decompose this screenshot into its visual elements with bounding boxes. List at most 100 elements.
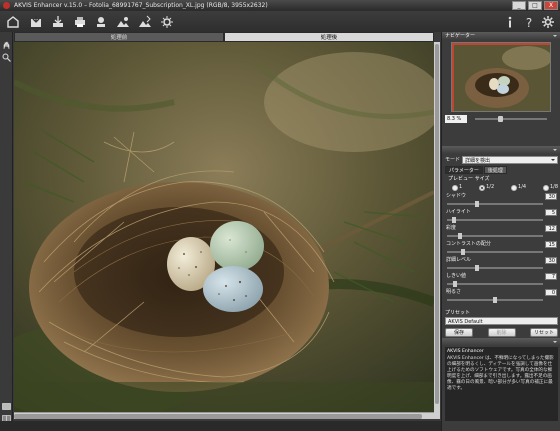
parameter-slider[interactable] bbox=[447, 217, 543, 223]
slider-handle[interactable] bbox=[458, 233, 463, 239]
parameter-row: シャドウ 30 bbox=[445, 193, 558, 209]
parameter-label: ハイライト bbox=[446, 209, 471, 215]
parameter-slider[interactable] bbox=[447, 297, 543, 303]
parameter-slider[interactable] bbox=[447, 265, 543, 271]
zoom-row: 8.3 % bbox=[445, 115, 558, 123]
toolbar: ? bbox=[0, 11, 560, 32]
view-split-icon[interactable] bbox=[2, 408, 11, 422]
parameter-slider[interactable] bbox=[447, 233, 543, 239]
settings-header bbox=[442, 146, 560, 154]
svg-text:?: ? bbox=[526, 16, 532, 29]
help-header bbox=[442, 338, 560, 346]
vertical-scrollbar[interactable] bbox=[434, 42, 440, 419]
scroll-thumb[interactable] bbox=[14, 414, 422, 419]
help-icon[interactable]: ? bbox=[522, 14, 536, 30]
parameter-row: 明るさ 0 bbox=[445, 289, 558, 305]
save-icon[interactable] bbox=[51, 14, 65, 28]
preset-select[interactable]: AKVIS Default bbox=[445, 317, 558, 325]
slider-handle[interactable] bbox=[474, 265, 479, 271]
slider-handle[interactable] bbox=[451, 217, 456, 223]
parameter-label: 明るさ bbox=[446, 289, 462, 295]
mode-value: 詳細を検出 bbox=[465, 158, 491, 164]
zoom-slider[interactable] bbox=[475, 116, 547, 122]
settings-panel: ナビゲーター 8.3 % モード 詳細を検出 パラメーター 後処理 プレビュー … bbox=[441, 32, 560, 431]
navigator-thumbnail[interactable] bbox=[451, 42, 551, 112]
preview-size-radio[interactable]: 1/2 bbox=[479, 184, 494, 191]
image-canvas[interactable] bbox=[14, 42, 434, 412]
preview-size-radio[interactable]: 1/4 bbox=[511, 184, 526, 191]
bird-nest-photo bbox=[14, 42, 434, 412]
mode-select[interactable]: 詳細を検出 bbox=[462, 156, 558, 164]
parameter-row: コントラストの配分 15 bbox=[445, 241, 558, 257]
parameter-value-field[interactable]: 5 bbox=[545, 209, 557, 216]
parameter-row: 詳細レベル 30 bbox=[445, 257, 558, 273]
preview-size-options: 1 1/2 1/4 1/8 bbox=[452, 184, 558, 191]
export-preset-icon[interactable] bbox=[116, 14, 130, 28]
parameter-slider[interactable] bbox=[447, 281, 543, 287]
horizontal-scrollbar[interactable] bbox=[14, 412, 434, 419]
parameter-slider[interactable] bbox=[447, 201, 543, 207]
parameter-label: シャドウ bbox=[446, 193, 467, 199]
batch-icon[interactable] bbox=[160, 14, 174, 28]
save-preset-button[interactable]: 保存 bbox=[445, 328, 473, 337]
parameter-row: しきい値 7 bbox=[445, 273, 558, 289]
import-preset-icon[interactable] bbox=[94, 14, 108, 28]
maximize-button[interactable]: □ bbox=[528, 1, 542, 10]
parameter-value-field[interactable]: 15 bbox=[545, 241, 557, 248]
window-title: AKVIS Enhancer v.15.0 – Fotolia_68991767… bbox=[14, 2, 268, 9]
preset-buttons: 保存 削除 リセット bbox=[445, 328, 558, 337]
preset-value: AKVIS Default bbox=[448, 319, 483, 325]
preferences-icon[interactable] bbox=[541, 14, 555, 28]
parameter-row: 彩度 12 bbox=[445, 225, 558, 241]
parameter-value-field[interactable]: 30 bbox=[545, 257, 557, 264]
help-text: AKVIS Enhancer は、不鮮明になってしまった撮影の細部を明るくし、デ… bbox=[447, 356, 554, 391]
help-title: AKVIS Enhancer bbox=[447, 349, 484, 354]
slider-handle[interactable] bbox=[453, 281, 458, 287]
reset-button[interactable]: リセット bbox=[530, 328, 558, 337]
tab-parameters[interactable]: パラメーター bbox=[445, 166, 483, 174]
app-window: AKVIS Enhancer v.15.0 – Fotolia_68991767… bbox=[0, 0, 560, 431]
info-icon[interactable] bbox=[503, 14, 517, 28]
scroll-thumb[interactable] bbox=[435, 44, 439, 404]
view-single-icon[interactable] bbox=[2, 396, 11, 410]
delete-preset-button[interactable]: 削除 bbox=[487, 328, 516, 337]
left-toolbar bbox=[0, 32, 13, 422]
parameter-slider[interactable] bbox=[447, 249, 543, 255]
parameter-label: 彩度 bbox=[446, 225, 457, 231]
slider-handle[interactable] bbox=[474, 201, 479, 207]
zoom-slider-handle[interactable] bbox=[498, 116, 504, 122]
parameter-label: 詳細レベル bbox=[446, 257, 472, 263]
minimize-button[interactable]: _ bbox=[512, 1, 526, 10]
share-icon[interactable] bbox=[138, 14, 152, 28]
parameter-value-field[interactable]: 0 bbox=[545, 289, 557, 296]
open-icon[interactable] bbox=[29, 14, 43, 28]
print-icon[interactable] bbox=[73, 14, 87, 28]
window-controls: _ □ X bbox=[512, 1, 558, 10]
preset-label: プリセット bbox=[445, 310, 471, 316]
app-logo-icon bbox=[3, 2, 10, 9]
preview-size-radio[interactable]: 1 bbox=[452, 184, 462, 191]
view-tabs: 処理前 処理後 bbox=[14, 32, 434, 42]
zoom-field[interactable]: 8.3 % bbox=[445, 115, 467, 123]
parameter-value-field[interactable]: 7 bbox=[545, 273, 557, 280]
chevron-down-icon bbox=[551, 159, 555, 163]
settings-subtabs: パラメーター 後処理 bbox=[445, 166, 507, 174]
navigator-header[interactable]: ナビゲーター bbox=[442, 32, 560, 40]
home-icon[interactable] bbox=[6, 14, 20, 28]
close-button[interactable]: X bbox=[544, 1, 558, 10]
zoom-tool-icon[interactable] bbox=[2, 47, 11, 62]
hand-tool-icon[interactable] bbox=[2, 35, 11, 50]
mode-row: モード 詳細を検出 bbox=[445, 156, 558, 164]
tab-post-processing[interactable]: 後処理 bbox=[483, 166, 507, 174]
slider-handle[interactable] bbox=[460, 249, 465, 255]
help-panel: AKVIS Enhancer AKVIS Enhancer は、不鮮明になってし… bbox=[445, 347, 558, 421]
parameter-label: しきい値 bbox=[446, 273, 467, 279]
parameter-value-field[interactable]: 30 bbox=[545, 193, 557, 200]
parameter-label: コントラストの配分 bbox=[446, 241, 491, 247]
slider-handle[interactable] bbox=[493, 297, 497, 303]
preview-size-label: プレビュー サイズ bbox=[448, 176, 490, 182]
tab-before[interactable]: 処理前 bbox=[14, 32, 224, 42]
tab-after[interactable]: 処理後 bbox=[224, 32, 434, 42]
preview-size-radio[interactable]: 1/8 bbox=[542, 184, 558, 191]
parameter-value-field[interactable]: 12 bbox=[545, 225, 557, 232]
